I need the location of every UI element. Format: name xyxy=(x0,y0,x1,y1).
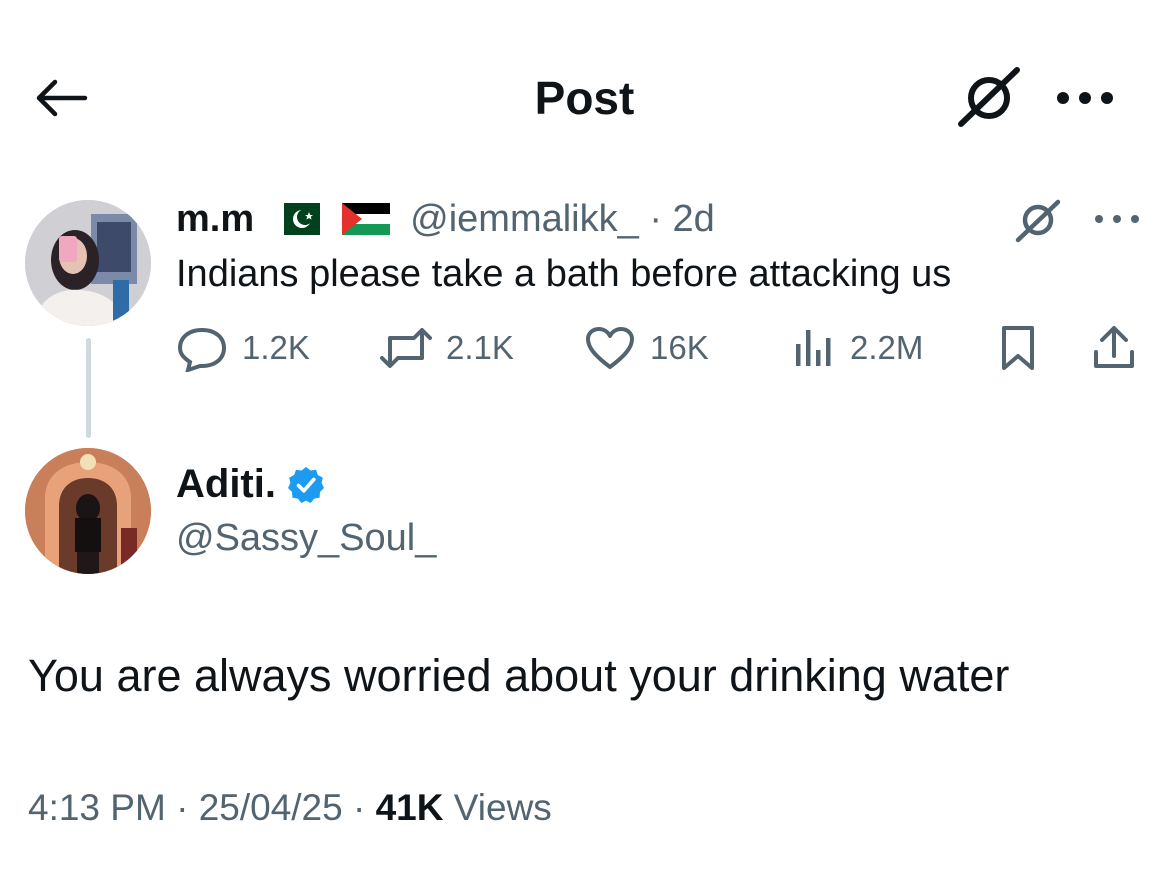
parent-post-header: m.m @iemmalikk_ · 2d xyxy=(176,196,715,242)
post-time[interactable]: 4:13 PM xyxy=(28,787,166,828)
avatar-photo xyxy=(25,448,151,574)
avatar[interactable] xyxy=(25,448,151,574)
parent-post-text: Indians please take a bath before attack… xyxy=(176,253,952,295)
more-options-button[interactable] xyxy=(1052,80,1118,116)
view-count: 2.2M xyxy=(850,329,924,366)
handle[interactable]: @iemmalikk_ · 2d xyxy=(410,198,715,241)
post-date[interactable]: 25/04/25 xyxy=(199,787,343,828)
display-name[interactable]: Aditi. xyxy=(176,462,276,507)
display-name[interactable]: m.m xyxy=(176,198,254,241)
reply-button[interactable]: 1.2K xyxy=(176,318,310,378)
post-text: You are always worried about your drinki… xyxy=(28,650,1010,701)
grok-button[interactable] xyxy=(955,64,1025,130)
separator-dot: · xyxy=(638,197,673,240)
grok-icon xyxy=(958,67,1020,127)
views-label: Views xyxy=(453,787,552,828)
heart-icon xyxy=(586,327,634,369)
share-button[interactable] xyxy=(1090,318,1138,378)
reply-count: 1.2K xyxy=(242,329,310,366)
author-name-row: Aditi. xyxy=(176,462,326,507)
repost-icon xyxy=(380,328,432,368)
like-button[interactable]: 16K xyxy=(584,318,709,378)
thread-connector xyxy=(86,338,91,438)
handle[interactable]: @Sassy_Soul_ xyxy=(176,514,436,562)
post-more-button[interactable] xyxy=(1092,204,1142,234)
verified-badge-icon[interactable] xyxy=(286,465,326,505)
avatar-photo xyxy=(25,200,151,326)
bookmark-icon xyxy=(1002,326,1034,370)
grok-icon xyxy=(1015,199,1061,243)
views-button[interactable]: 2.2M xyxy=(792,318,923,378)
repost-count: 2.1K xyxy=(446,329,514,366)
views-chart-icon xyxy=(796,330,831,366)
top-bar: Post xyxy=(0,0,1169,190)
handle-text: @iemmalikk_ xyxy=(410,197,639,240)
like-count: 16K xyxy=(650,329,709,366)
post-meta: 4:13 PM · 25/04/25 · 41K Views xyxy=(28,784,552,832)
pakistan-flag-icon xyxy=(272,203,321,235)
post-age[interactable]: 2d xyxy=(673,198,715,240)
avatar[interactable] xyxy=(25,200,151,326)
repost-button[interactable]: 2.1K xyxy=(380,318,514,378)
separator-dot: · xyxy=(165,787,199,828)
more-horizontal-icon xyxy=(1095,215,1139,223)
palestine-flag-icon xyxy=(342,203,391,235)
reply-icon xyxy=(177,327,227,372)
share-icon xyxy=(1094,326,1134,368)
grok-button-small[interactable] xyxy=(1010,196,1066,244)
more-horizontal-icon xyxy=(1057,92,1113,104)
bookmark-button[interactable] xyxy=(998,318,1038,378)
separator-dot: · xyxy=(342,787,376,828)
views-count: 41K xyxy=(375,787,444,828)
